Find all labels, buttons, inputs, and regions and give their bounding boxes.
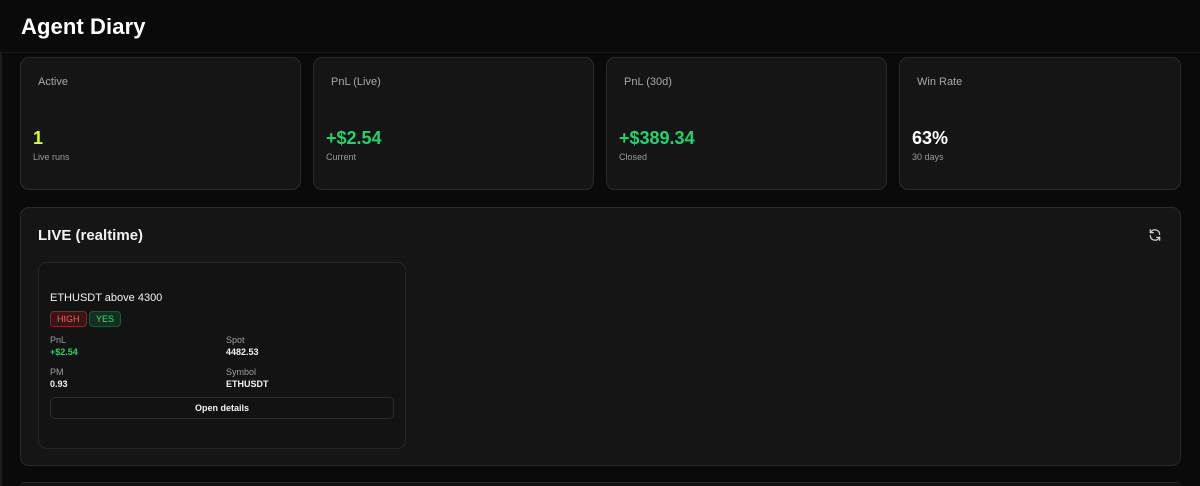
stat-card-win-rate: Win Rate 63% 30 days — [899, 57, 1181, 190]
stat-label: Active — [38, 76, 68, 88]
confidence-badge: HIGH — [50, 311, 87, 327]
page-title: Agent Diary — [21, 14, 146, 39]
stat-label: PnL (30d) — [624, 76, 672, 88]
spot-value: 4482.53 — [226, 347, 259, 357]
agent-diary-page: Agent Diary Active 1 Live runs PnL (Live… — [0, 0, 1200, 486]
stat-card-pnl-live: PnL (Live) +$2.54 Current — [313, 57, 594, 190]
live-panel-title: LIVE (realtime) — [38, 227, 144, 244]
stat-sub: 30 days — [912, 152, 944, 162]
symbol-value: ETHUSDT — [226, 379, 269, 389]
stat-value: 63% — [912, 128, 949, 148]
spot-label: Spot — [226, 335, 245, 345]
pm-value: 0.93 — [50, 379, 68, 389]
side-badge: YES — [89, 311, 122, 327]
stat-sub: Closed — [619, 152, 648, 162]
refresh-button[interactable] — [1146, 226, 1164, 244]
open-details-button[interactable]: Open details — [50, 397, 394, 419]
stat-card-pnl-30d: PnL (30d) +$389.34 Closed — [606, 57, 887, 190]
stat-value: 1 — [33, 128, 44, 148]
refresh-icon — [1149, 229, 1161, 241]
stat-label: PnL (Live) — [331, 76, 381, 88]
pm-label: PM — [50, 367, 64, 377]
stat-sub: Live runs — [33, 152, 70, 162]
live-run-card: ETHUSDT above 4300 HIGH YES PnL +$2.54 S… — [38, 262, 406, 449]
stat-sub: Current — [326, 152, 357, 162]
stat-value: +$2.54 — [326, 128, 382, 148]
next-panel-edge — [20, 482, 1181, 486]
pnl-label: PnL — [50, 335, 67, 345]
symbol-label: Symbol — [226, 367, 257, 377]
pnl-value: +$2.54 — [50, 347, 78, 357]
run-title: ETHUSDT above 4300 — [50, 292, 163, 304]
stat-label: Win Rate — [917, 76, 963, 88]
left-rail — [0, 52, 2, 486]
header-divider — [0, 52, 1200, 53]
stat-card-active: Active 1 Live runs — [20, 57, 301, 190]
live-panel: LIVE (realtime) ETHUSDT above 4300 HIGH … — [20, 207, 1181, 466]
stat-value: +$389.34 — [619, 128, 695, 148]
